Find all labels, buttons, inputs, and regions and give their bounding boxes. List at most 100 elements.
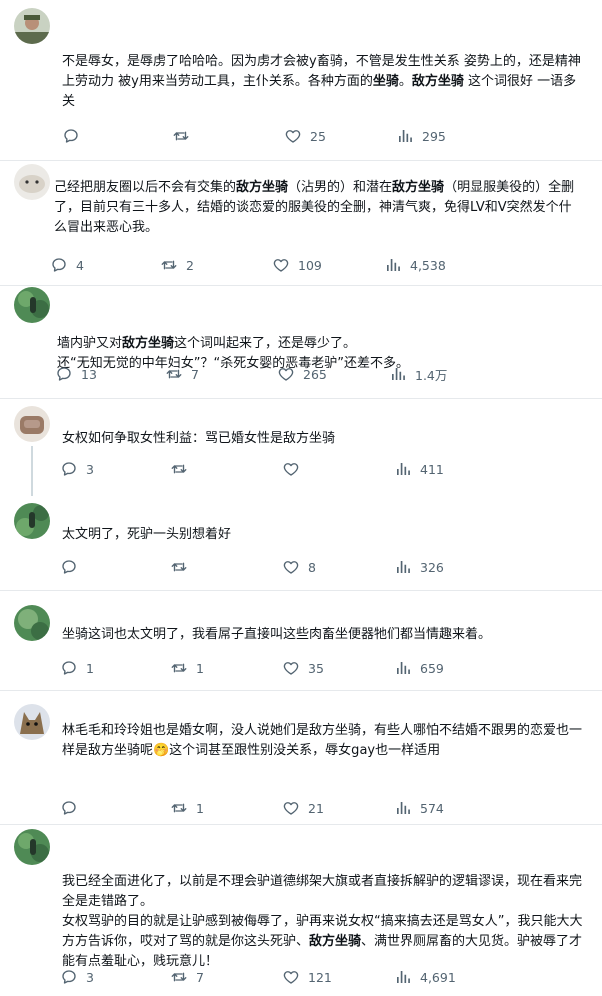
- views-icon: [384, 256, 402, 274]
- reply-count: 13: [81, 366, 97, 382]
- avatar[interactable]: [14, 503, 50, 539]
- reply-button[interactable]: [60, 557, 86, 577]
- avatar[interactable]: [14, 164, 50, 200]
- post-5[interactable]: 坐骑这词也太文明了，我看屌子直接叫这些肉畜坐便器牠们都当情趣来着。 1 1 35…: [0, 591, 602, 690]
- reply-button[interactable]: 3: [60, 459, 94, 479]
- avatar[interactable]: [14, 605, 50, 641]
- like-count: 35: [308, 660, 324, 676]
- avatar[interactable]: [14, 406, 50, 442]
- views-icon: [394, 799, 412, 817]
- views-count: 574: [420, 800, 444, 816]
- repost-button[interactable]: [170, 557, 196, 577]
- avatar[interactable]: [14, 829, 50, 865]
- like-button[interactable]: 21: [282, 798, 324, 818]
- reply-count: 3: [86, 461, 94, 477]
- like-icon: [282, 968, 300, 986]
- reply-icon: [50, 256, 68, 274]
- views-count: 4,538: [410, 257, 446, 273]
- repost-count: 1: [196, 800, 204, 816]
- views-button[interactable]: 4,538: [384, 255, 446, 275]
- views-button[interactable]: 1.4万: [389, 364, 447, 384]
- views-count: 1.4万: [415, 367, 448, 383]
- post-text: 太文明了，死驴一头别想着好: [62, 527, 232, 542]
- post-text: 己经把朋友圈以后不会有交集的敌方坐骑（沾男的）和潜在敌方坐骑（明显服美役的）全删…: [54, 180, 575, 235]
- like-button[interactable]: [282, 459, 308, 479]
- views-button[interactable]: 295: [396, 126, 446, 146]
- views-button[interactable]: 411: [394, 459, 444, 479]
- like-button[interactable]: 35: [282, 658, 324, 678]
- like-icon: [272, 256, 290, 274]
- repost-button[interactable]: 7: [170, 967, 204, 987]
- reply-icon: [60, 799, 78, 817]
- like-button[interactable]: 8: [282, 557, 316, 577]
- repost-button[interactable]: 7: [165, 364, 199, 384]
- reply-icon: [60, 460, 78, 478]
- views-count: 659: [420, 660, 444, 676]
- post-0[interactable]: 不是辱女，是辱虏了哈哈哈。因为虏才会被y畜骑，不管是发生性关系 姿势上的，还是精…: [0, 0, 602, 160]
- views-icon: [394, 968, 412, 986]
- repost-count: 2: [186, 257, 194, 273]
- views-button[interactable]: 574: [394, 798, 444, 818]
- views-icon: [394, 460, 412, 478]
- views-icon: [394, 558, 412, 576]
- repost-icon: [170, 558, 188, 576]
- like-button[interactable]: 121: [282, 967, 332, 987]
- like-count: 121: [308, 969, 332, 985]
- repost-button[interactable]: [172, 126, 198, 146]
- views-button[interactable]: 326: [394, 557, 444, 577]
- avatar[interactable]: [14, 704, 50, 740]
- like-count: 109: [298, 257, 322, 273]
- like-icon: [282, 799, 300, 817]
- like-count: 265: [303, 366, 327, 382]
- post-3[interactable]: 女权如何争取女性利益：骂已婚女性是敌方坐骑 3 411: [0, 399, 602, 491]
- post-text: 我已经全面进化了，以前是不理会驴道德绑架大旗或者直接拆解驴的逻辑谬误，现在看来完…: [62, 874, 583, 969]
- repost-icon: [170, 968, 188, 986]
- post-4[interactable]: 太文明了，死驴一头别想着好 8 326: [0, 495, 602, 587]
- like-button[interactable]: 265: [277, 364, 327, 384]
- repost-icon: [160, 256, 178, 274]
- reply-button[interactable]: [60, 798, 86, 818]
- avatar[interactable]: [14, 287, 50, 323]
- like-icon: [282, 558, 300, 576]
- views-icon: [396, 127, 414, 145]
- repost-icon: [170, 799, 188, 817]
- like-icon: [277, 365, 295, 383]
- post-text: 女权如何争取女性利益：骂已婚女性是敌方坐骑: [62, 431, 336, 446]
- like-button[interactable]: 25: [284, 126, 326, 146]
- reply-button[interactable]: 13: [55, 364, 97, 384]
- views-button[interactable]: 659: [394, 658, 444, 678]
- reply-button[interactable]: 4: [50, 255, 84, 275]
- avatar[interactable]: [14, 8, 50, 44]
- like-icon: [282, 659, 300, 677]
- like-icon: [284, 127, 302, 145]
- like-icon: [282, 460, 300, 478]
- repost-button[interactable]: 2: [160, 255, 194, 275]
- repost-button[interactable]: 1: [170, 658, 204, 678]
- views-button[interactable]: 4,691: [394, 967, 456, 987]
- views-count: 411: [420, 461, 444, 477]
- like-count: 21: [308, 800, 324, 816]
- reply-count: 1: [86, 660, 94, 676]
- reply-icon: [60, 659, 78, 677]
- repost-icon: [170, 460, 188, 478]
- repost-button[interactable]: 1: [170, 798, 204, 818]
- reply-button[interactable]: 3: [60, 967, 94, 987]
- post-7[interactable]: 我已经全面进化了，以前是不理会驴道德绑架大旗或者直接拆解驴的逻辑谬误，现在看来完…: [0, 825, 602, 996]
- repost-count: 1: [196, 660, 204, 676]
- repost-icon: [170, 659, 188, 677]
- repost-button[interactable]: [170, 459, 196, 479]
- reply-button[interactable]: [62, 126, 88, 146]
- reply-button[interactable]: 1: [60, 658, 94, 678]
- reply-icon: [60, 968, 78, 986]
- post-text: 不是辱女，是辱虏了哈哈哈。因为虏才会被y畜骑，不管是发生性关系 姿势上的，还是精…: [62, 54, 581, 109]
- post-6[interactable]: 林毛毛和玲玲姐也是婚女啊，没人说她们是敌方坐骑，有些人哪怕不结婚不跟男的恋爱也一…: [0, 691, 602, 824]
- post-text: 林毛毛和玲玲姐也是婚女啊，没人说她们是敌方坐骑，有些人哪怕不结婚不跟男的恋爱也一…: [62, 723, 583, 758]
- like-count: 25: [310, 128, 326, 144]
- reply-icon: [62, 127, 80, 145]
- post-2[interactable]: 墙内驴又对敌方坐骑这个词叫起来了，还是辱少了。 还“无知无觉的中年妇女”？“杀死…: [0, 286, 602, 398]
- post-1[interactable]: 己经把朋友圈以后不会有交集的敌方坐骑（沾男的）和潜在敌方坐骑（明显服美役的）全删…: [0, 161, 602, 285]
- reply-count: 4: [76, 257, 84, 273]
- views-icon: [394, 659, 412, 677]
- views-count: 326: [420, 559, 444, 575]
- like-button[interactable]: 109: [272, 255, 322, 275]
